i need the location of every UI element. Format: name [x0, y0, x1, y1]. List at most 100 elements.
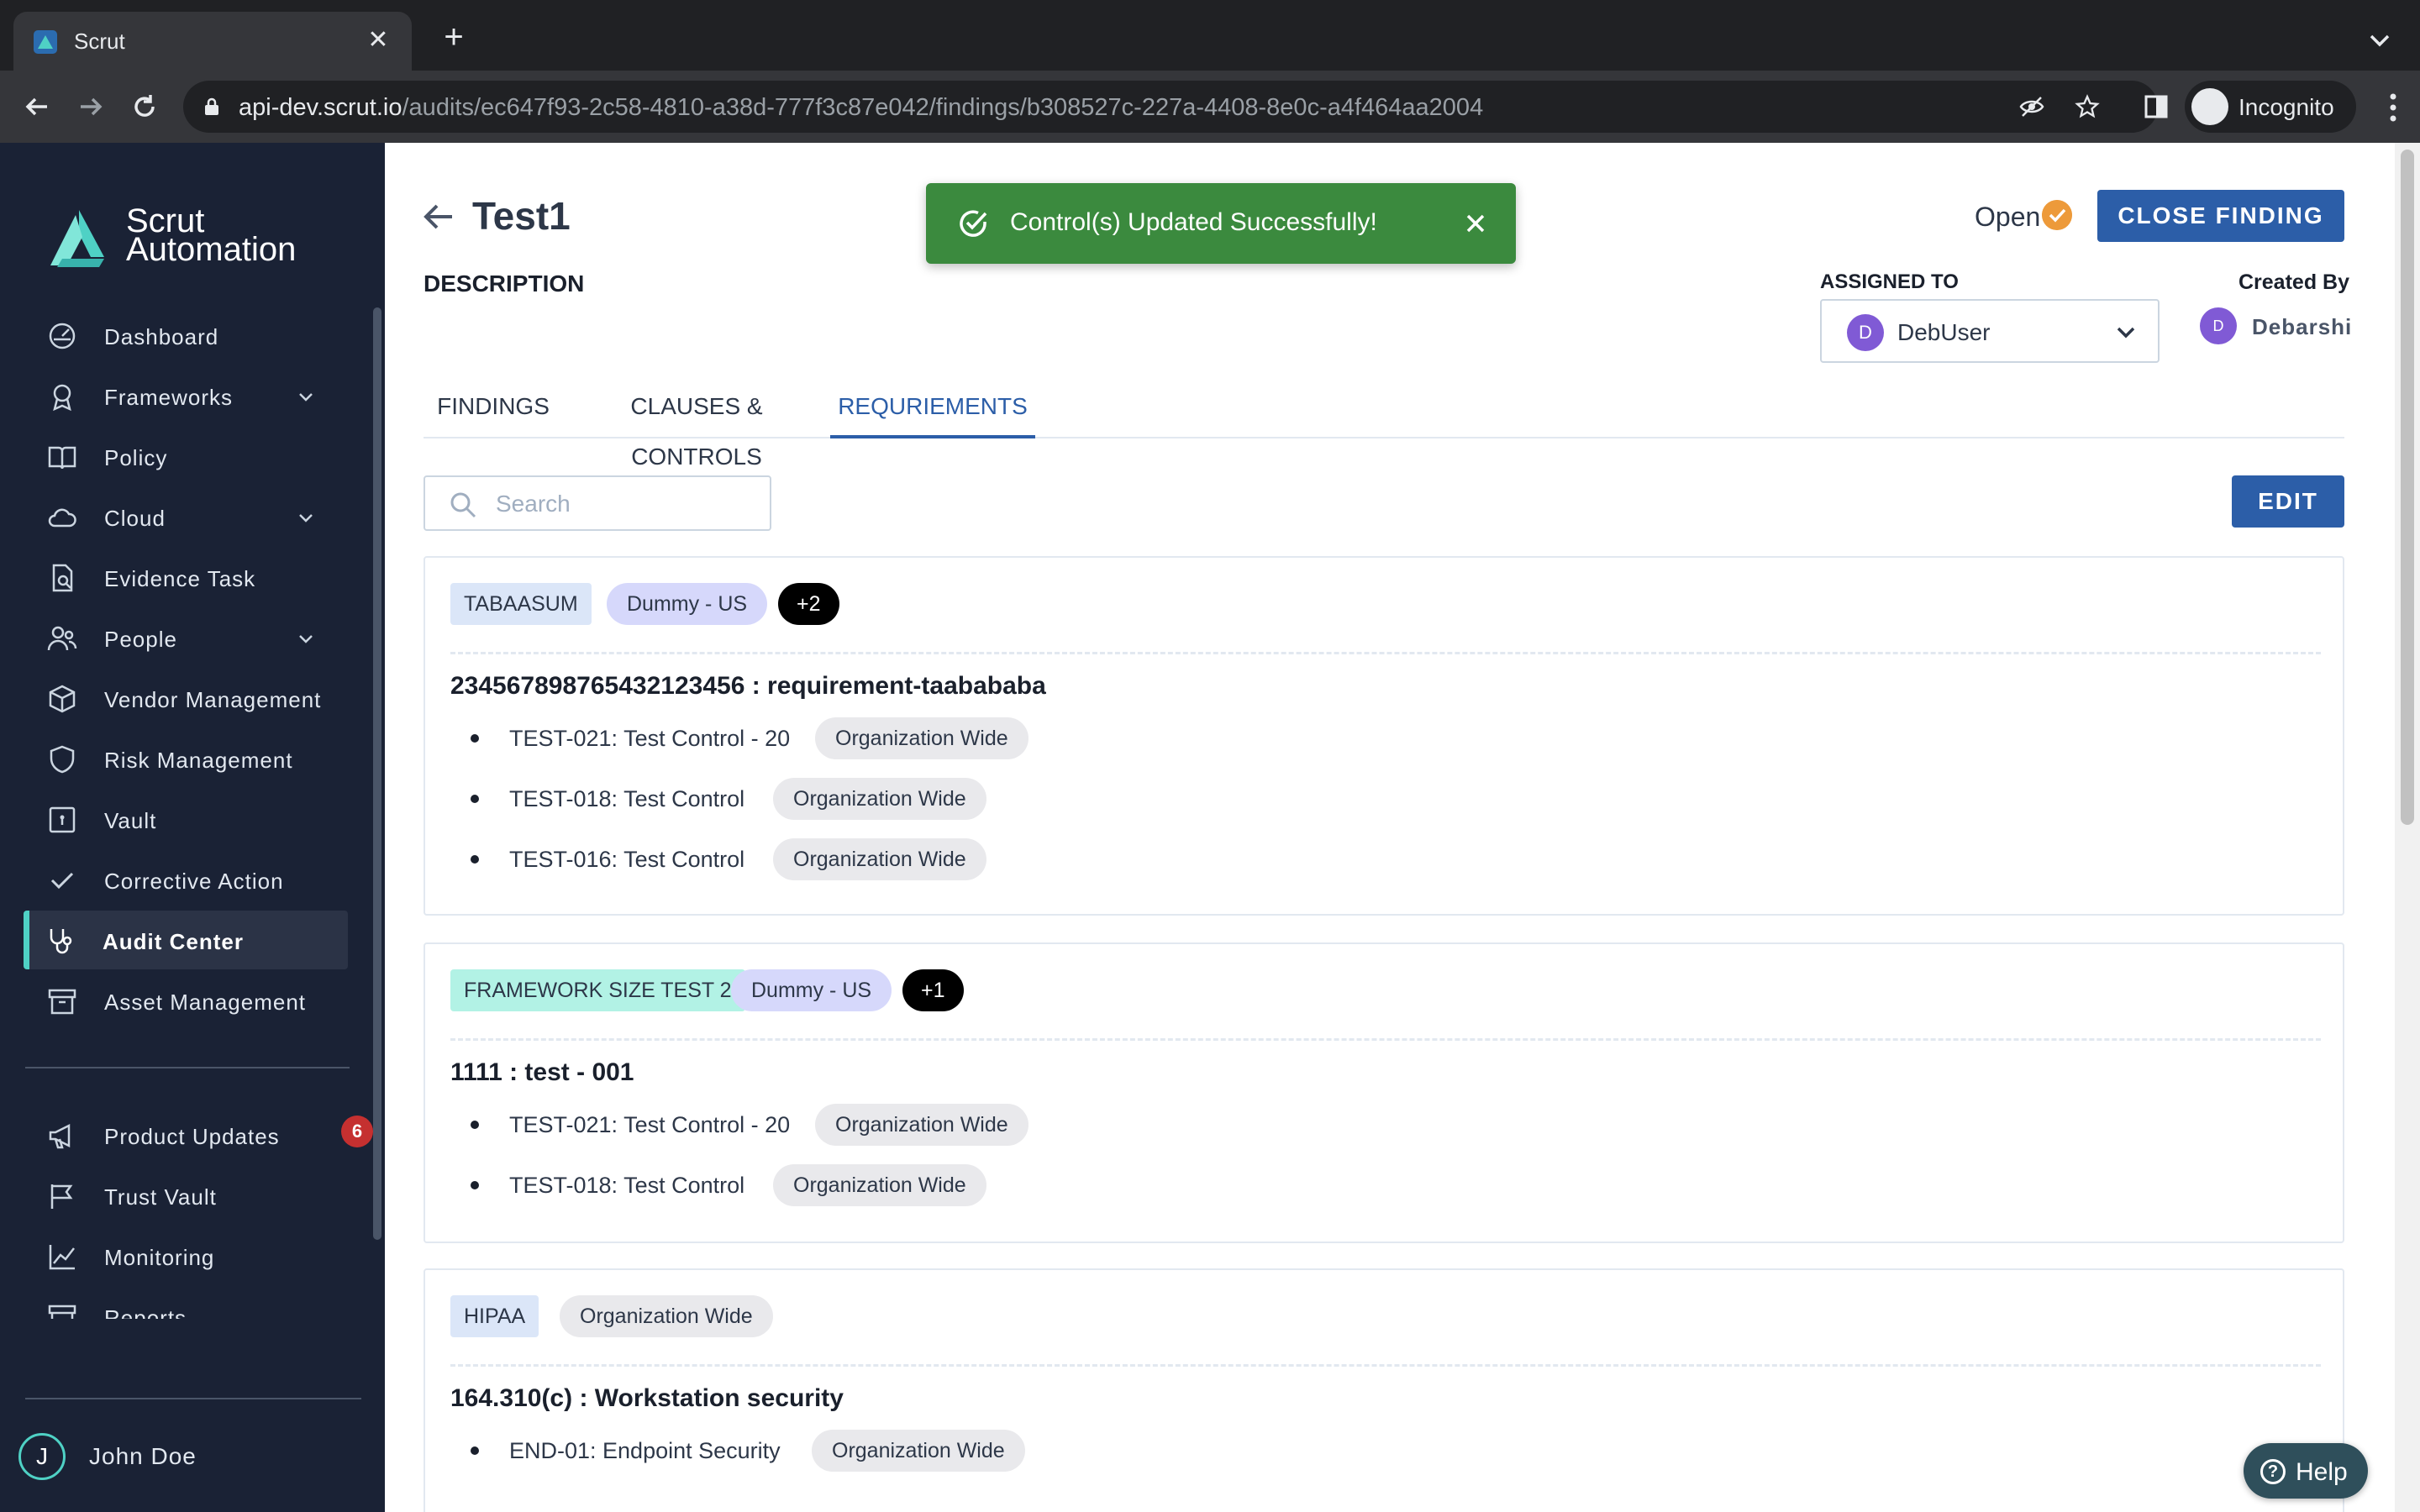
- browser-tab-strip: Scrut ✕ +: [0, 0, 2420, 71]
- question-icon: ?: [2260, 1459, 2286, 1484]
- search-input[interactable]: [496, 486, 756, 522]
- tab-findings[interactable]: FINDINGS: [424, 381, 563, 438]
- bullet: [471, 795, 479, 803]
- assignee-name: DebUser: [1897, 319, 1991, 345]
- sidebar-item-risk-management[interactable]: Risk Management: [25, 729, 350, 788]
- sidebar-item-evidence-task[interactable]: Evidence Task: [25, 548, 350, 606]
- sidebar-item-cloud[interactable]: Cloud: [25, 487, 350, 546]
- search-field[interactable]: [424, 475, 771, 531]
- tab-clauses-controls[interactable]: CLAUSES & CONTROLS: [563, 381, 830, 470]
- framework-chip: FRAMEWORK SIZE TEST 2: [450, 969, 745, 1011]
- url-text: api-dev.scrut.io/audits/ec647f93-2c58-48…: [239, 94, 1483, 122]
- close-icon[interactable]: [1460, 208, 1491, 239]
- sidebar-item-people[interactable]: People: [25, 608, 350, 667]
- list-item: TEST-018: Test Control Organization Wide: [467, 1164, 1055, 1206]
- sidebar-item-label: Frameworks: [104, 385, 234, 410]
- close-finding-button[interactable]: CLOSE FINDING: [2097, 190, 2344, 242]
- book-icon: [48, 446, 76, 470]
- scrut-favicon-icon: [34, 30, 57, 54]
- sidebar-item-dashboard[interactable]: Dashboard: [25, 306, 350, 365]
- cloud-icon: [48, 508, 76, 528]
- check-circle-icon: [960, 210, 987, 237]
- address-bar[interactable]: api-dev.scrut.io/audits/ec647f93-2c58-48…: [183, 81, 2158, 133]
- sidebar-item-vendor-management[interactable]: Vendor Management: [25, 669, 350, 727]
- requirement-card: HIPAA Organization Wide 164.310(c) : Wor…: [424, 1268, 2344, 1512]
- reload-icon[interactable]: [126, 88, 163, 125]
- eye-off-icon[interactable]: [2018, 93, 2045, 120]
- more-tags-chip[interactable]: +2: [778, 583, 839, 625]
- sidebar-scrollbar[interactable]: [373, 307, 381, 1240]
- toast-message: Control(s) Updated Successfully!: [1010, 208, 1377, 236]
- control-name: TEST-018: Test Control: [509, 786, 745, 811]
- sidebar-item-vault[interactable]: Vault: [25, 790, 350, 848]
- status-check-icon: [2042, 200, 2072, 230]
- sidebar: Scrut Automation Dashboard Frameworks Po…: [0, 143, 385, 1512]
- sidebar-item-label: Risk Management: [104, 748, 293, 773]
- archive-icon: [48, 989, 76, 1015]
- bookmark-star-icon[interactable]: [2074, 93, 2101, 120]
- sidebar-item-policy[interactable]: Policy: [25, 427, 350, 486]
- sidebar-item-corrective-action[interactable]: Corrective Action: [25, 850, 350, 909]
- bullet: [471, 1121, 479, 1129]
- sidebar-item-asset-management[interactable]: Asset Management: [25, 971, 350, 1030]
- sidebar-divider: [25, 1067, 350, 1068]
- incognito-icon: [2191, 88, 2228, 125]
- tag-chip: Dummy - US: [731, 969, 892, 1011]
- tag-chip: Organization Wide: [560, 1295, 773, 1337]
- list-item: TEST-021: Test Control - 20 Organization…: [467, 1104, 1055, 1146]
- more-tags-chip[interactable]: +1: [902, 969, 964, 1011]
- chevron-down-icon: [299, 635, 313, 643]
- page-scrollbar[interactable]: [2401, 150, 2414, 825]
- check-icon: [50, 872, 74, 890]
- framework-chip: HIPAA: [450, 1295, 539, 1337]
- help-button[interactable]: ? Help: [2244, 1443, 2368, 1499]
- reports-icon: [48, 1305, 76, 1319]
- browser-tab[interactable]: Scrut ✕: [13, 12, 412, 71]
- vault-icon: [49, 806, 76, 833]
- bullet: [471, 1446, 479, 1455]
- chevron-down-icon: [299, 393, 313, 402]
- framework-chip: TABAASUM: [450, 583, 592, 625]
- edit-button[interactable]: EDIT: [2232, 475, 2344, 528]
- list-item: TEST-016: Test Control Organization Wide: [467, 838, 1055, 880]
- tab-close-icon[interactable]: ✕: [361, 24, 395, 57]
- bullet: [471, 734, 479, 743]
- megaphone-icon: [49, 1123, 71, 1149]
- sidebar-item-audit-center[interactable]: Audit Center: [24, 911, 348, 969]
- back-icon[interactable]: [18, 88, 55, 125]
- requirement-card: TABAASUM Dummy - US +2 23456789876543212…: [424, 556, 2344, 916]
- scope-chip: Organization Wide: [773, 838, 986, 880]
- chevron-down-icon: [299, 514, 313, 522]
- scrut-logo[interactable]: Scrut Automation: [45, 204, 323, 274]
- sidebar-item-label: Cloud: [104, 506, 166, 531]
- chevron-down-icon: [2117, 327, 2135, 339]
- sidebar-item-trust-vault[interactable]: Trust Vault: [25, 1166, 350, 1225]
- tab-search-chevron-icon[interactable]: [2363, 24, 2396, 57]
- sidebar-item-label: Corrective Action: [104, 869, 284, 894]
- browser-menu-icon[interactable]: [2388, 92, 2398, 123]
- success-toast: Control(s) Updated Successfully!: [926, 183, 1516, 264]
- tab-requirements[interactable]: REQURIEMENTS: [830, 381, 1035, 438]
- side-panel-icon[interactable]: [2138, 88, 2175, 125]
- sidebar-item-reports[interactable]: Reports: [25, 1287, 350, 1319]
- url-path: /audits/ec647f93-2c58-4810-a38d-777f3c87…: [402, 94, 1484, 121]
- forward-icon[interactable]: [72, 88, 109, 125]
- sidebar-item-label: Vault: [104, 808, 157, 833]
- sidebar-item-product-updates[interactable]: Product Updates 6: [25, 1105, 373, 1164]
- avatar: D: [1847, 314, 1884, 351]
- creator-name: Debarshi: [2252, 314, 2353, 339]
- search-icon: [450, 492, 476, 518]
- evidence-icon: [52, 564, 73, 592]
- sidebar-item-label: People: [104, 627, 177, 652]
- back-arrow-icon[interactable]: [422, 200, 455, 234]
- control-name: TEST-016: Test Control: [509, 847, 745, 872]
- new-tab-icon[interactable]: +: [437, 20, 471, 55]
- assignee-select[interactable]: D DebUser: [1820, 299, 2160, 363]
- sidebar-item-frameworks[interactable]: Frameworks: [25, 366, 350, 425]
- user-profile[interactable]: J John Doe: [18, 1430, 371, 1483]
- logo-text: Scrut Automation: [126, 204, 296, 266]
- bullet: [471, 1181, 479, 1189]
- tag-chip: Dummy - US: [607, 583, 768, 625]
- incognito-indicator[interactable]: Incognito: [2185, 81, 2356, 133]
- sidebar-item-monitoring[interactable]: Monitoring: [25, 1226, 350, 1285]
